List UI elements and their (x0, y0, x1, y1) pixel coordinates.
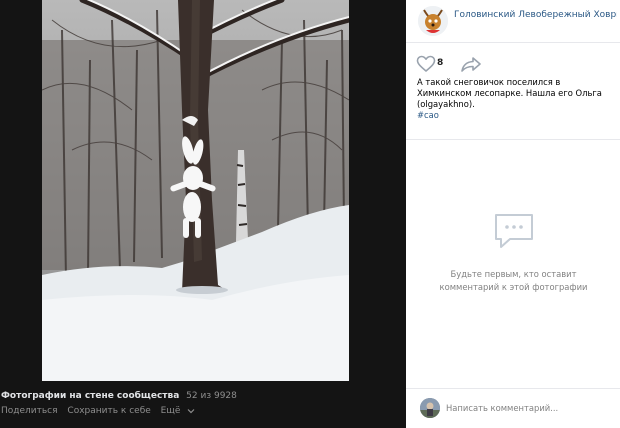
comment-input[interactable] (446, 400, 606, 416)
post-text: А такой снеговичок поселился в Химкинско… (417, 77, 602, 109)
share-link[interactable]: Поделиться (1, 406, 58, 416)
more-menu[interactable]: Ещё (161, 406, 196, 416)
photo[interactable] (42, 0, 349, 381)
divider (406, 139, 620, 140)
avatar[interactable] (420, 398, 440, 418)
chevron-down-icon (187, 408, 195, 413)
comment-bar (406, 389, 620, 428)
photo-info-panel: Головинский Левобережный Ховрино 8 А так… (406, 0, 620, 428)
share-arrow-icon[interactable] (460, 56, 482, 72)
group-name-link[interactable]: Головинский Левобережный Ховрино (454, 10, 617, 20)
post-caption: А такой снеговичок поселился в Химкинско… (417, 77, 612, 121)
photo-viewer: Фотографии на стене сообщества 52 из 992… (0, 0, 405, 428)
album-title-link[interactable]: Фотографии на стене сообщества (1, 391, 179, 401)
save-to-self-link[interactable]: Сохранить к себе (67, 406, 150, 416)
user-avatar-image (420, 398, 440, 418)
viewer-footer: Фотографии на стене сообщества 52 из 992… (0, 390, 405, 417)
group-logo-image (418, 6, 448, 36)
photo-counter: 52 из 9928 (186, 391, 237, 401)
no-comments-text: Будьте первым, кто оставит комментарий к… (439, 269, 588, 292)
hashtag-link[interactable]: #сао (417, 110, 612, 121)
panel-header: Головинский Левобережный Ховрино (406, 0, 620, 43)
photo-image (42, 0, 349, 381)
heart-icon[interactable] (416, 55, 436, 73)
group-avatar[interactable] (418, 6, 448, 36)
comments-empty-icon (495, 214, 533, 248)
like-count: 8 (437, 58, 444, 68)
more-label: Ещё (160, 406, 181, 416)
